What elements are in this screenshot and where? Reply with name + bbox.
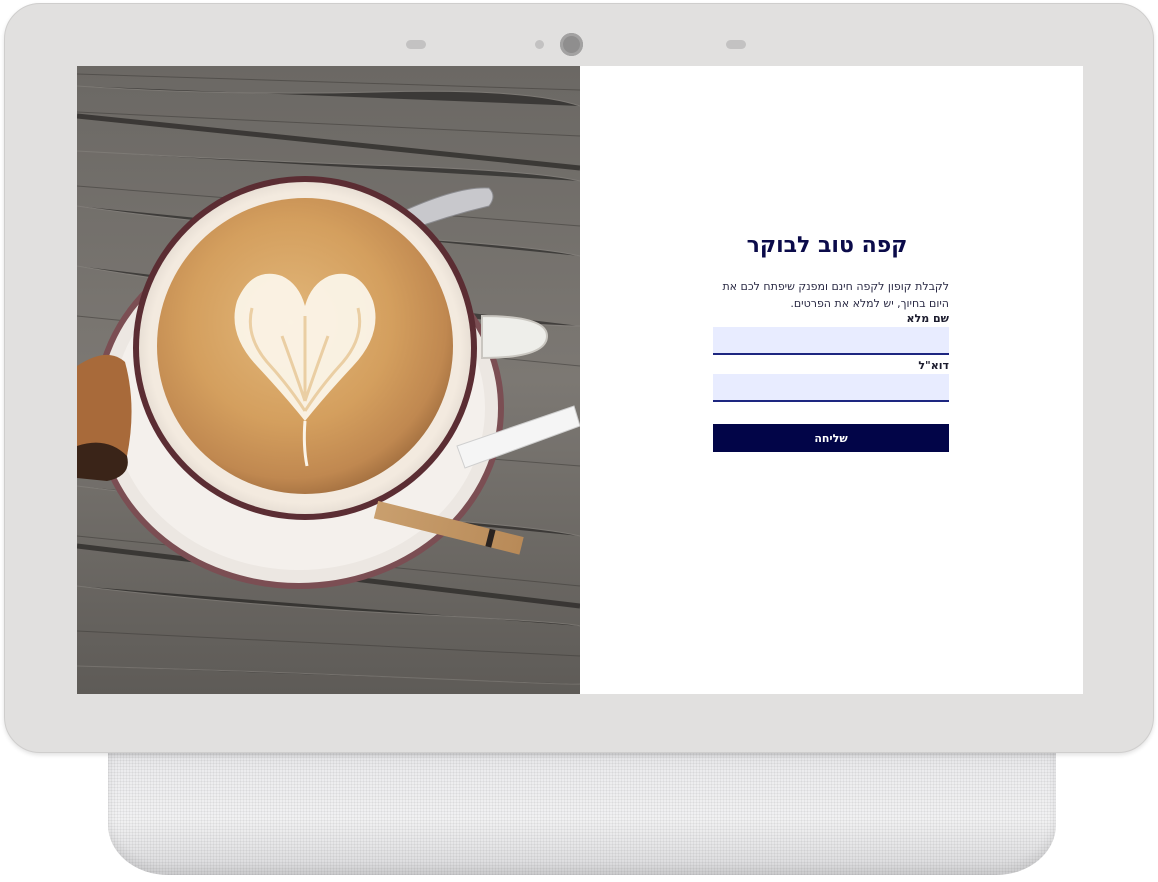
- email-input[interactable]: [713, 374, 949, 402]
- full-name-label: שם מלא: [906, 312, 949, 325]
- ambient-sensor-right: [726, 40, 746, 49]
- coffee-photo: [77, 66, 580, 694]
- form-description: לקבלת קופון לקפה חינם ומפנק שיפתח לכם את…: [722, 280, 949, 310]
- smart-display-device: קפה טוב לבוקר לקבלת קופון לקפה חינם ומפנ…: [0, 0, 1158, 882]
- submit-button[interactable]: שליחה: [713, 424, 949, 452]
- form-panel: קפה טוב לבוקר לקבלת קופון לקפה חינם ומפנ…: [580, 66, 1083, 694]
- full-name-input[interactable]: [713, 327, 949, 355]
- coupon-form: קפה טוב לבוקר לקבלת קופון לקפה חינם ומפנ…: [713, 226, 949, 452]
- camera-icon: [560, 33, 583, 56]
- ambient-sensor-left: [406, 40, 426, 49]
- screen: קפה טוב לבוקר לקבלת קופון לקפה חינם ומפנ…: [77, 66, 1083, 694]
- email-label: דוא"ל: [918, 359, 949, 372]
- latte-art-image: [77, 66, 580, 694]
- indicator-dot: [535, 40, 544, 49]
- form-title: קפה טוב לבוקר: [746, 233, 908, 258]
